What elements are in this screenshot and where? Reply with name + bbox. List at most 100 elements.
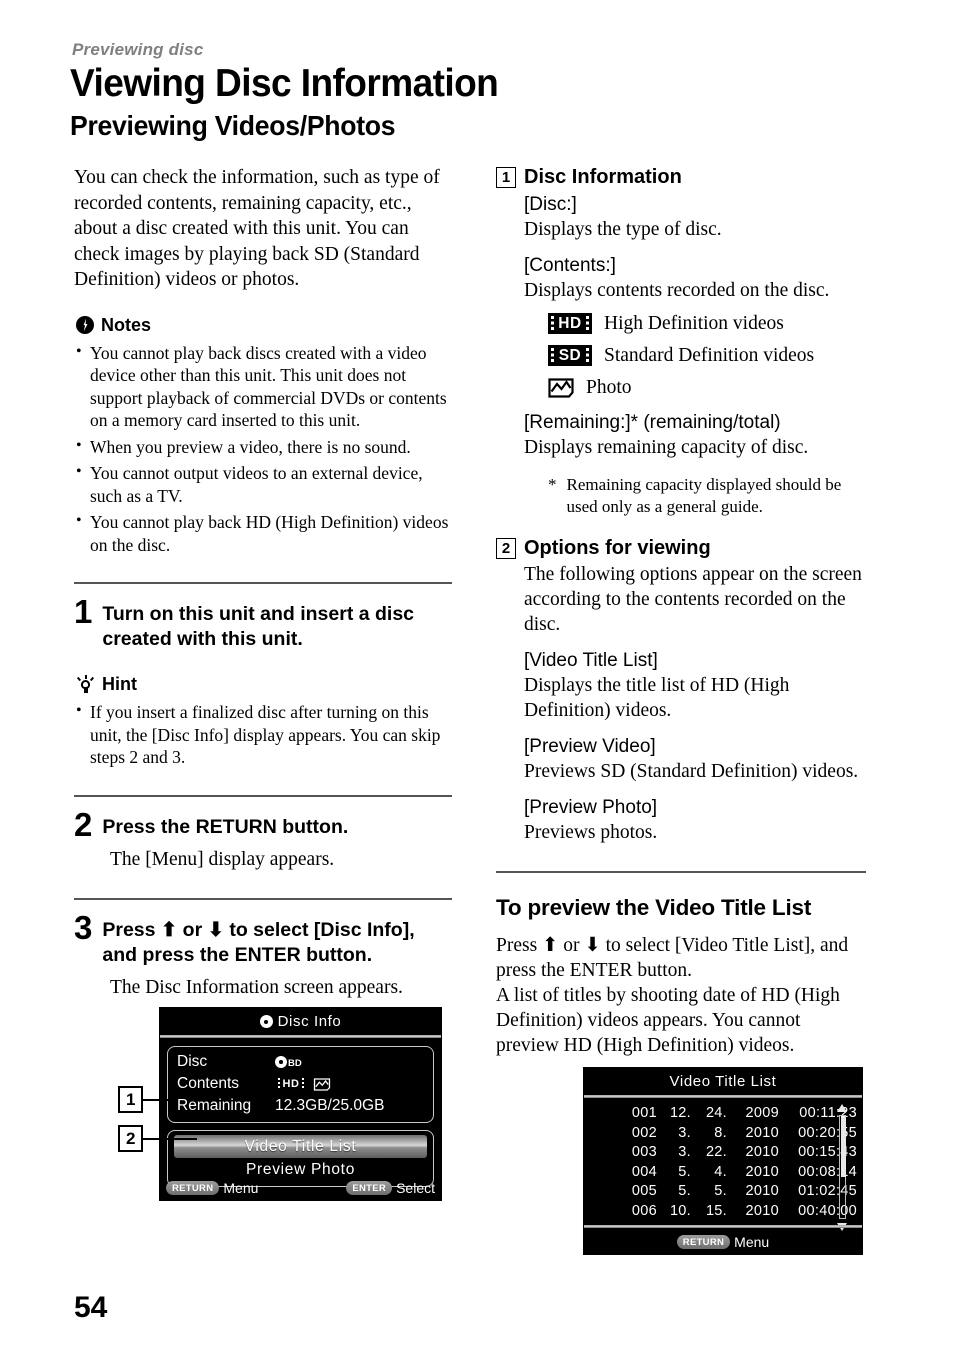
enter-key-label: Select <box>396 1180 435 1196</box>
section-1-number: 1 <box>496 167 516 188</box>
notes-label: Notes <box>101 314 152 335</box>
remaining-desc: Displays remaining capacity of disc. <box>524 437 809 458</box>
hint-list: If you insert a finalized disc after tur… <box>74 700 452 769</box>
section-2-heading: 2 Options for viewing <box>496 536 866 560</box>
remaining-row: Remaining 12.3GB/25.0GB <box>177 1095 424 1117</box>
row-day: 8. <box>714 1124 727 1141</box>
row-day: 5. <box>714 1183 727 1199</box>
contents-desc: Displays contents recorded on the disc. <box>524 280 830 301</box>
page-number: 54 <box>74 1291 108 1324</box>
row-year: 2010 <box>745 1163 779 1180</box>
vtl-screen-footer: RETURN Menu <box>584 1234 862 1254</box>
section-2-intro: The following options appear on the scre… <box>524 564 862 635</box>
return-key-label: Menu <box>223 1180 259 1196</box>
hint-block: Hint If you insert a finalized disc afte… <box>74 674 452 769</box>
remaining-label: [Remaining:]* (remaining/total) <box>524 412 781 433</box>
contents-row-label: Contents <box>177 1075 240 1092</box>
scroll-track[interactable] <box>839 1115 846 1219</box>
row-day: 22. <box>705 1144 727 1160</box>
legend-hd-label: High Definition videos <box>604 313 784 334</box>
scrollbar[interactable] <box>837 1104 848 1231</box>
title-separator <box>160 1035 441 1038</box>
table-row[interactable]: 006 10. 15. 2010 00:40:00 <box>584 1202 862 1222</box>
lightbulb-icon <box>76 675 95 694</box>
row-month: 3. <box>678 1124 691 1141</box>
disc-row-value: BD <box>275 1056 302 1068</box>
table-row[interactable]: 003 3. 22. 2010 00:15:43 <box>584 1143 862 1163</box>
row-day: 24. <box>705 1105 727 1121</box>
row-year: 2010 <box>745 1202 779 1219</box>
list-item: You cannot play back discs created with … <box>74 341 452 432</box>
legend-sd-label: Standard Definition videos <box>604 345 815 366</box>
disc-desc: Displays the type of disc. <box>524 219 722 240</box>
table-row[interactable]: 005 5. 5. 2010 01:02:45 <box>584 1182 862 1202</box>
hd-badge-icon: HD <box>275 1076 307 1092</box>
scroll-thumb[interactable] <box>841 1117 846 1177</box>
remaining-row-value: 12.3GB/25.0GB <box>275 1097 385 1114</box>
table-row[interactable]: 002 3. 8. 2010 00:20:55 <box>584 1124 862 1144</box>
enter-select-hint: ENTER Select <box>346 1180 435 1196</box>
disc-row-label: Disc <box>177 1053 208 1070</box>
hint-label: Hint <box>102 674 137 694</box>
section-1-content: [Disc:] Displays the type of disc. [Cont… <box>524 192 866 518</box>
section-1-heading: 1 Disc Information <box>496 165 866 189</box>
list-item: If you insert a finalized disc after tur… <box>74 700 452 769</box>
notes-icon <box>76 316 94 334</box>
row-number: 005 <box>631 1183 657 1199</box>
intro-paragraph: You can check the information, such as t… <box>74 167 440 290</box>
option-video-title-list[interactable]: Video Title List <box>174 1135 427 1158</box>
contents-row-value: HD <box>275 1076 331 1092</box>
bd-label: BD <box>288 1058 302 1069</box>
divider <box>74 897 452 900</box>
divider <box>74 794 452 797</box>
video-title-list-label: [Video Title List] <box>524 650 658 671</box>
scroll-up-arrow-icon[interactable] <box>837 1104 847 1112</box>
disc-info-title-bar: Disc Info <box>160 1008 441 1035</box>
table-row[interactable]: 004 5. 4. 2010 00:08:14 <box>584 1163 862 1183</box>
step-heading: Press the RETURN button. <box>102 815 349 838</box>
disc-row: Disc BD <box>177 1051 424 1073</box>
row-month: 10. <box>669 1202 691 1219</box>
row-month: 5. <box>678 1163 691 1180</box>
legend-sd: SD Standard Definition videos <box>548 344 866 367</box>
legend-photo-label: Photo <box>586 377 632 398</box>
preview-video-desc: Previews SD (Standard Definition) videos… <box>524 761 859 782</box>
enter-key-badge: ENTER <box>346 1181 393 1195</box>
disc-info-title: Disc Info <box>277 1013 342 1030</box>
disc-info-screen: Disc Info Disc BD Contents HD Remaining … <box>159 1007 442 1201</box>
hint-heading: Hint <box>76 674 452 695</box>
disc-info-group: Disc BD Contents HD Remaining 12.3GB/25.… <box>167 1046 434 1123</box>
section-kicker: Previewing disc <box>72 40 204 59</box>
disc-screen-footer: RETURN Menu ENTER Select <box>160 1177 441 1200</box>
step-number: 1 <box>74 593 93 630</box>
row-number: 003 <box>631 1144 657 1160</box>
step-body: The Disc Information screen appears. <box>110 976 403 998</box>
footnote-marker: * <box>548 475 557 494</box>
contents-label: [Contents:] <box>524 255 616 276</box>
row-day: 4. <box>714 1163 727 1180</box>
row-month: 12. <box>669 1105 691 1121</box>
row-number: 002 <box>631 1124 657 1141</box>
step-heading: Press ⬆ or ⬇ to select [Disc Info], and … <box>102 918 415 966</box>
callout-marker-2: 2 <box>118 1125 198 1152</box>
vtl-row-container: 001 12. 24. 2009 00:11:23 002 3. 8. 2010… <box>584 1098 862 1231</box>
vtl-title-bar: Video Title List <box>584 1068 862 1095</box>
document-page: Previewing disc Viewing Disc Information… <box>0 0 954 1357</box>
section-3-heading: To preview the Video Title List <box>496 895 812 920</box>
page-title: Viewing Disc Information <box>70 62 499 105</box>
bd-disc-icon: BD <box>275 1056 302 1068</box>
section-2-number: 2 <box>496 538 516 559</box>
return-key-badge: RETURN <box>676 1235 731 1249</box>
legend-hd: HD High Definition videos <box>548 312 866 335</box>
row-year: 2009 <box>745 1105 779 1121</box>
table-row[interactable]: 001 12. 24. 2009 00:11:23 <box>584 1104 862 1124</box>
step-3: 3 Press ⬆ or ⬇ to select [Disc Info], an… <box>74 911 452 968</box>
footer-separator <box>584 1225 862 1228</box>
section-3-body: Press ⬆ or ⬇ to select [Video Title List… <box>496 935 849 1056</box>
vtl-title: Video Title List <box>669 1073 777 1090</box>
sd-badge-icon: SD <box>548 345 592 366</box>
step-number: 2 <box>74 805 93 843</box>
video-title-list-desc: Displays the title list of HD (High Defi… <box>524 675 790 721</box>
remaining-row-label: Remaining <box>177 1097 252 1114</box>
step-body: The [Menu] display appears. <box>110 848 335 870</box>
